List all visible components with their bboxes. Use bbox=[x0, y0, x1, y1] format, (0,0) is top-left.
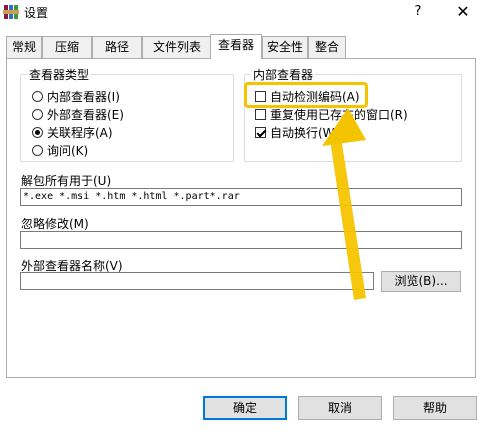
ok-button[interactable]: 确定 bbox=[203, 396, 287, 420]
radio-ask[interactable]: 询问(K) bbox=[32, 142, 88, 160]
radio-circle-icon[interactable] bbox=[32, 91, 43, 102]
radio-circle-icon[interactable] bbox=[32, 145, 43, 156]
radio-external-viewer[interactable]: 外部查看器(E) bbox=[32, 106, 124, 124]
tab-compression[interactable]: 压缩 bbox=[42, 36, 92, 58]
tab-file-list[interactable]: 文件列表 bbox=[142, 36, 212, 58]
unpack-all-label: 解包所有用于(U) bbox=[21, 174, 112, 188]
help-title-button[interactable]: ? bbox=[408, 0, 428, 24]
window-title: 设置 bbox=[24, 6, 49, 20]
radio-selected-icon[interactable] bbox=[32, 127, 43, 138]
cancel-button[interactable]: 取消 bbox=[298, 396, 382, 420]
tab-integration[interactable]: 整合 bbox=[308, 36, 346, 58]
checkbox-word-wrap[interactable]: 自动换行(W) bbox=[255, 124, 339, 142]
tab-viewer[interactable]: 查看器 bbox=[210, 34, 262, 59]
radio-circle-icon[interactable] bbox=[32, 109, 43, 120]
ignore-modifications-label: 忽略修改(M) bbox=[21, 217, 89, 231]
checkbox-icon[interactable] bbox=[255, 109, 266, 120]
viewer-type-legend: 查看器类型 bbox=[29, 68, 90, 82]
winrar-icon bbox=[3, 5, 19, 19]
tab-general[interactable]: 常规 bbox=[6, 36, 42, 58]
tab-paths[interactable]: 路径 bbox=[92, 36, 142, 58]
title-bar: 设置 ? ✕ bbox=[0, 0, 484, 24]
internal-viewer-legend: 内部查看器 bbox=[253, 68, 314, 82]
help-button[interactable]: 帮助 bbox=[393, 396, 477, 420]
browse-button[interactable]: 浏览(B)... bbox=[381, 271, 461, 292]
checkbox-checked-icon[interactable] bbox=[255, 127, 266, 138]
tab-security[interactable]: 安全性 bbox=[262, 36, 308, 58]
checkbox-reuse-window[interactable]: 重复使用已存在的窗口(R) bbox=[255, 106, 408, 124]
ignore-modifications-input[interactable] bbox=[20, 231, 462, 249]
close-button[interactable]: ✕ bbox=[448, 0, 478, 24]
radio-internal-viewer[interactable]: 内部查看器(I) bbox=[32, 88, 120, 106]
external-viewer-name-input[interactable] bbox=[20, 272, 374, 290]
radio-associated-program[interactable]: 关联程序(A) bbox=[32, 124, 113, 142]
unpack-all-input[interactable]: *.exe *.msi *.htm *.html *.part*.rar bbox=[20, 188, 462, 206]
highlight-box bbox=[244, 82, 368, 108]
